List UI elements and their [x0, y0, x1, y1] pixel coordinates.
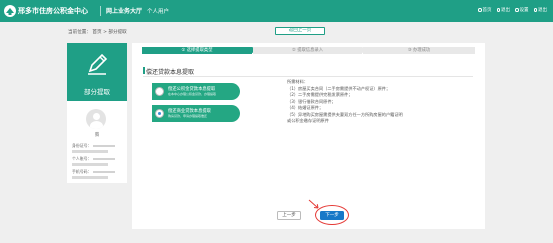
id-value-redacted [72, 150, 108, 153]
avatar [86, 109, 106, 129]
option-provident-loan[interactable]: 偿还公积金贷款本息提取 在本中心办理公积金贷款，办理提取 [152, 83, 240, 100]
logo-icon [4, 5, 16, 17]
step-select-type: ① 选择提取类型 [142, 47, 259, 54]
option-desc: 在本中心办理公积金贷款，办理提取 [168, 92, 217, 96]
left-title-card: 部分提取 [67, 43, 127, 101]
step-info-entry: ② 提取信息录入 [253, 47, 369, 54]
account-value-redacted [72, 163, 108, 166]
required-materials: 所需材料： （1）房屋买卖合同（二手房需提供不动产权证）原件； （2）二手房需提… [287, 79, 403, 125]
prev-step-button[interactable]: 上一步 [277, 211, 301, 220]
section-title: 偿还贷款本息提取 [146, 69, 195, 76]
action-settings-label: 设置 [519, 8, 529, 13]
phone-label: 手机号码： [72, 169, 116, 175]
material-item: 或公积金缴存证明原件 [287, 118, 329, 123]
action-logout[interactable]: 退出 [533, 7, 547, 13]
logout-icon [496, 8, 500, 12]
divider [100, 6, 101, 16]
action-home-label: 首页 [482, 8, 492, 13]
gear-icon [515, 8, 519, 12]
nav-hall[interactable]: 网上业务大厅 [106, 8, 142, 15]
option-commercial-loan[interactable]: 偿还商业贷款本息提取 购房贷款，申请办理提取偿还 [152, 105, 240, 122]
top-bar: 邢多市住房公积金中心 网上业务大厅 个人用户 首页 退出 设置 退出 [0, 0, 553, 22]
account-label: 个人账号： [72, 156, 116, 162]
option-desc: 购房贷款，申请办理提取偿还 [168, 114, 208, 118]
action-home[interactable]: 首页 [478, 7, 492, 13]
radio-icon[interactable] [155, 87, 164, 96]
home-icon [478, 8, 482, 12]
section-marker [143, 67, 145, 74]
section-divider [143, 76, 473, 77]
left-panel-title: 部分提取 [84, 88, 110, 96]
nav-title: 网上业务大厅 个人用户 [106, 6, 169, 15]
back-button[interactable]: 返回上一页 [275, 27, 325, 35]
breadcrumb: 当前位置： 首页 > 部分提取 [68, 30, 127, 35]
brand-title: 邢多市住房公积金中心 [18, 7, 88, 15]
power-icon [533, 8, 537, 12]
user-info-panel: 腾 身份证号： 个人账号： 手机号码： [67, 101, 127, 183]
top-actions: 首页 退出 设置 退出 [478, 7, 547, 13]
user-name: 腾 [94, 133, 100, 138]
action-exit[interactable]: 退出 [496, 7, 510, 13]
phone-value-redacted [72, 176, 108, 179]
action-settings[interactable]: 设置 [515, 7, 529, 13]
action-logout-label: 退出 [538, 8, 547, 13]
radio-selected-icon[interactable] [155, 109, 164, 118]
next-step-button[interactable]: 下一步 [320, 211, 344, 220]
main-panel: ① 选择提取类型 ② 提取信息录入 ③ 办理成功 偿还贷款本息提取 偿还公积金贷… [132, 43, 485, 229]
nav-user[interactable]: 个人用户 [147, 9, 169, 15]
action-exit-label: 退出 [501, 8, 510, 13]
id-label: 身份证号： [72, 143, 116, 149]
step-success: ③ 办理成功 [363, 47, 475, 54]
pencil-icon [84, 51, 110, 77]
